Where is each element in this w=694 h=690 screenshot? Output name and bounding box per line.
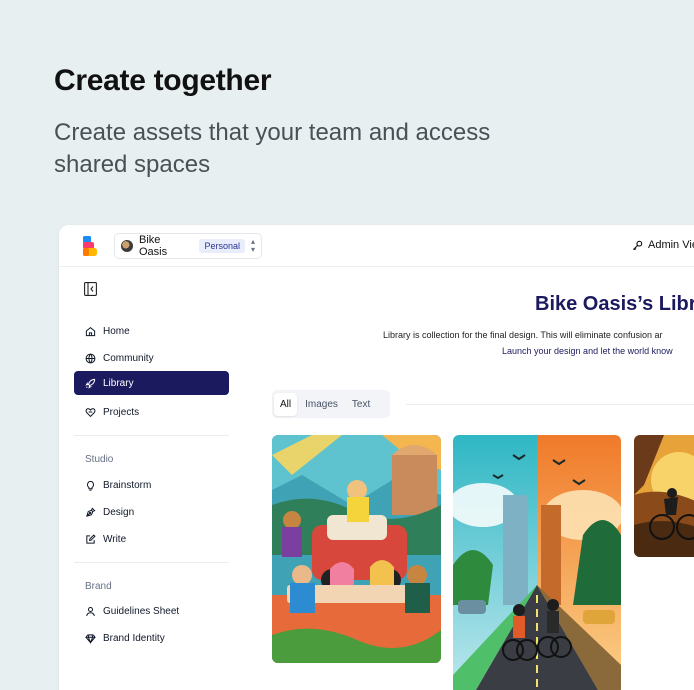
heart-icon xyxy=(85,407,96,417)
library-image-card[interactable] xyxy=(634,435,694,557)
chevron-up-down-icon: ▴ ▾ xyxy=(251,237,256,254)
section-label-studio: Studio xyxy=(85,454,114,465)
sidebar-item-label: Brand Identity xyxy=(103,632,165,644)
sidebar-item-label: Write xyxy=(103,533,127,545)
sidebar-collapse-icon[interactable] xyxy=(84,282,97,296)
key-icon xyxy=(632,240,643,250)
sidebar-item-brand-identity[interactable]: Brand Identity xyxy=(74,626,229,650)
illustration-cyclist-sunset-image xyxy=(634,435,694,557)
filter-tabs: All Images Text xyxy=(272,390,390,418)
section-label-brand: Brand xyxy=(85,581,112,592)
library-image-card[interactable] xyxy=(272,435,441,663)
home-icon xyxy=(85,326,96,336)
app-window: Bike Oasis Personal ▴ ▾ Admin Vie Home Co… xyxy=(59,225,694,690)
sidebar-item-library[interactable]: Library xyxy=(74,371,229,395)
hero-title: Create together xyxy=(54,64,272,97)
sidebar-item-community[interactable]: Community xyxy=(74,346,229,370)
sidebar-item-label: Brainstorm xyxy=(103,479,152,491)
sidebar-item-brainstorm[interactable]: Brainstorm xyxy=(74,473,229,497)
globe-icon xyxy=(85,353,96,363)
admin-view-button[interactable]: Admin Vie xyxy=(632,239,694,251)
diamond-icon xyxy=(85,633,96,644)
tabs-divider xyxy=(406,404,694,405)
app-logo-icon[interactable] xyxy=(83,236,97,256)
library-image-card[interactable] xyxy=(453,435,621,690)
workspace-avatar xyxy=(121,240,133,252)
sidebar-item-write[interactable]: Write xyxy=(74,527,229,551)
workspace-selector[interactable]: Bike Oasis Personal ▴ ▾ xyxy=(114,233,262,259)
edit-icon xyxy=(86,533,96,544)
lightbulb-icon xyxy=(86,480,95,491)
workspace-name: Bike Oasis xyxy=(138,234,168,258)
sidebar: Home Community Library Projects Studio B… xyxy=(59,268,245,690)
sidebar-item-label: Library xyxy=(103,377,134,389)
tab-text[interactable]: Text xyxy=(346,393,376,416)
tab-all[interactable]: All xyxy=(274,392,298,416)
pen-tool-icon xyxy=(86,507,96,517)
sidebar-item-projects[interactable]: Projects xyxy=(74,400,229,424)
workspace-badge: Personal xyxy=(199,239,245,253)
sidebar-item-guidelines-sheet[interactable]: Guidelines Sheet xyxy=(74,599,229,623)
illustration-cyclists-road-image xyxy=(453,435,621,690)
library-title: Bike Oasis’s Libra xyxy=(535,293,694,315)
sidebar-item-label: Community xyxy=(103,352,154,364)
hero-subtitle: Create assets that your team and access … xyxy=(54,119,491,178)
sidebar-item-home[interactable]: Home xyxy=(74,319,229,343)
top-bar: Bike Oasis Personal ▴ ▾ Admin Vie xyxy=(59,225,694,267)
sidebar-divider xyxy=(74,562,229,563)
library-description: Library is collection for the final desi… xyxy=(383,330,663,340)
sidebar-item-label: Projects xyxy=(103,406,140,418)
tab-images[interactable]: Images xyxy=(299,393,344,416)
sidebar-divider xyxy=(74,435,229,436)
admin-view-label: Admin Vie xyxy=(648,239,694,251)
library-launch-link[interactable]: Launch your design and let the world kno… xyxy=(502,346,673,356)
sidebar-item-label: Home xyxy=(103,325,130,337)
sidebar-item-design[interactable]: Design xyxy=(74,500,229,524)
sidebar-item-label: Design xyxy=(103,506,135,518)
rocket-icon xyxy=(85,378,96,389)
sidebar-item-label: Guidelines Sheet xyxy=(103,605,180,617)
illustration-family-car-image xyxy=(272,435,441,663)
user-icon xyxy=(86,606,95,616)
